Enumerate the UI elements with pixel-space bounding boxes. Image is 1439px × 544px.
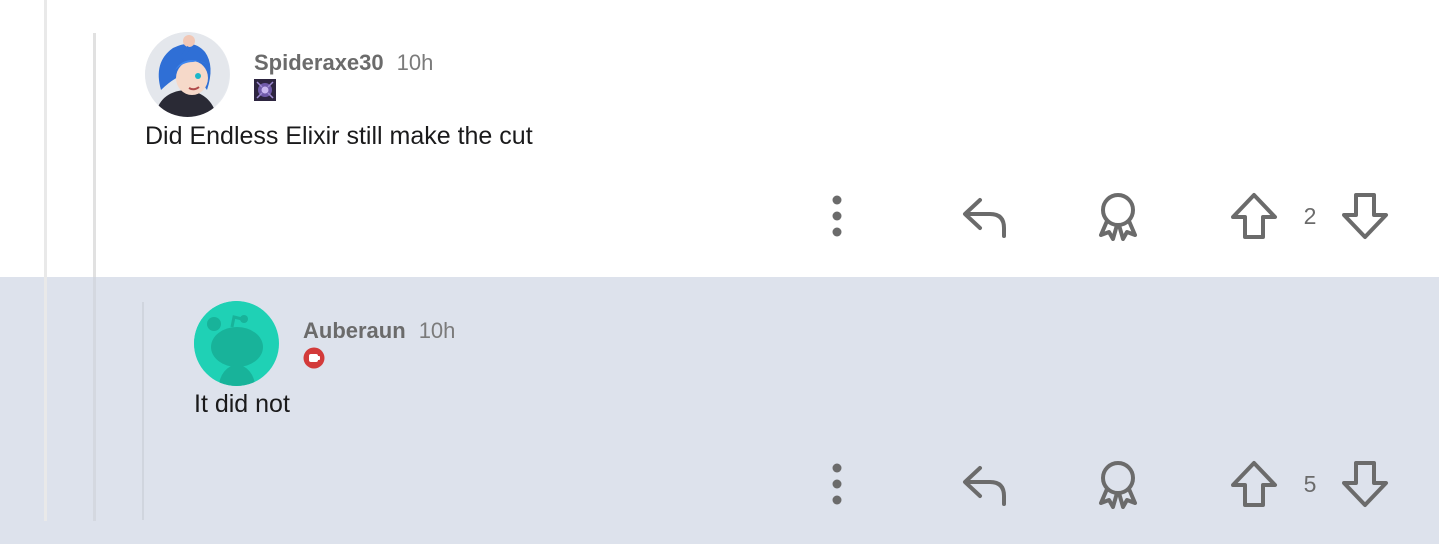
avatar[interactable] bbox=[145, 32, 230, 117]
username[interactable]: Auberaun bbox=[303, 318, 406, 344]
comment-body: It did not bbox=[194, 390, 290, 418]
timestamp[interactable]: 10h bbox=[397, 50, 434, 76]
avatar[interactable] bbox=[194, 301, 279, 386]
reply-icon[interactable] bbox=[954, 454, 1014, 514]
comment-reply: Auberaun 10h It did not 5 bbox=[0, 277, 1439, 544]
upvote-icon[interactable] bbox=[1224, 186, 1284, 246]
upvote-icon[interactable] bbox=[1224, 454, 1284, 514]
comment-actions: 2 bbox=[0, 186, 1439, 246]
vote-score: 5 bbox=[1303, 470, 1317, 497]
downvote-icon[interactable] bbox=[1335, 186, 1395, 246]
comment-meta: Spideraxe30 10h bbox=[254, 50, 433, 76]
purple-emblem-icon bbox=[254, 79, 276, 101]
award-icon[interactable] bbox=[1088, 186, 1148, 246]
red-fist-badge-icon bbox=[303, 347, 325, 369]
more-options-icon[interactable] bbox=[807, 186, 867, 246]
username[interactable]: Spideraxe30 bbox=[254, 50, 384, 76]
comment: Spideraxe30 10h Did Endless Elixir still… bbox=[0, 0, 1439, 277]
timestamp[interactable]: 10h bbox=[419, 318, 456, 344]
award-icon[interactable] bbox=[1088, 454, 1148, 514]
comment-meta: Auberaun 10h bbox=[303, 318, 455, 344]
vote-score: 2 bbox=[1303, 202, 1317, 229]
comment-actions: 5 bbox=[0, 454, 1439, 514]
comment-body: Did Endless Elixir still make the cut bbox=[145, 122, 533, 150]
reply-icon[interactable] bbox=[954, 186, 1014, 246]
downvote-icon[interactable] bbox=[1335, 454, 1395, 514]
more-options-icon[interactable] bbox=[807, 454, 867, 514]
